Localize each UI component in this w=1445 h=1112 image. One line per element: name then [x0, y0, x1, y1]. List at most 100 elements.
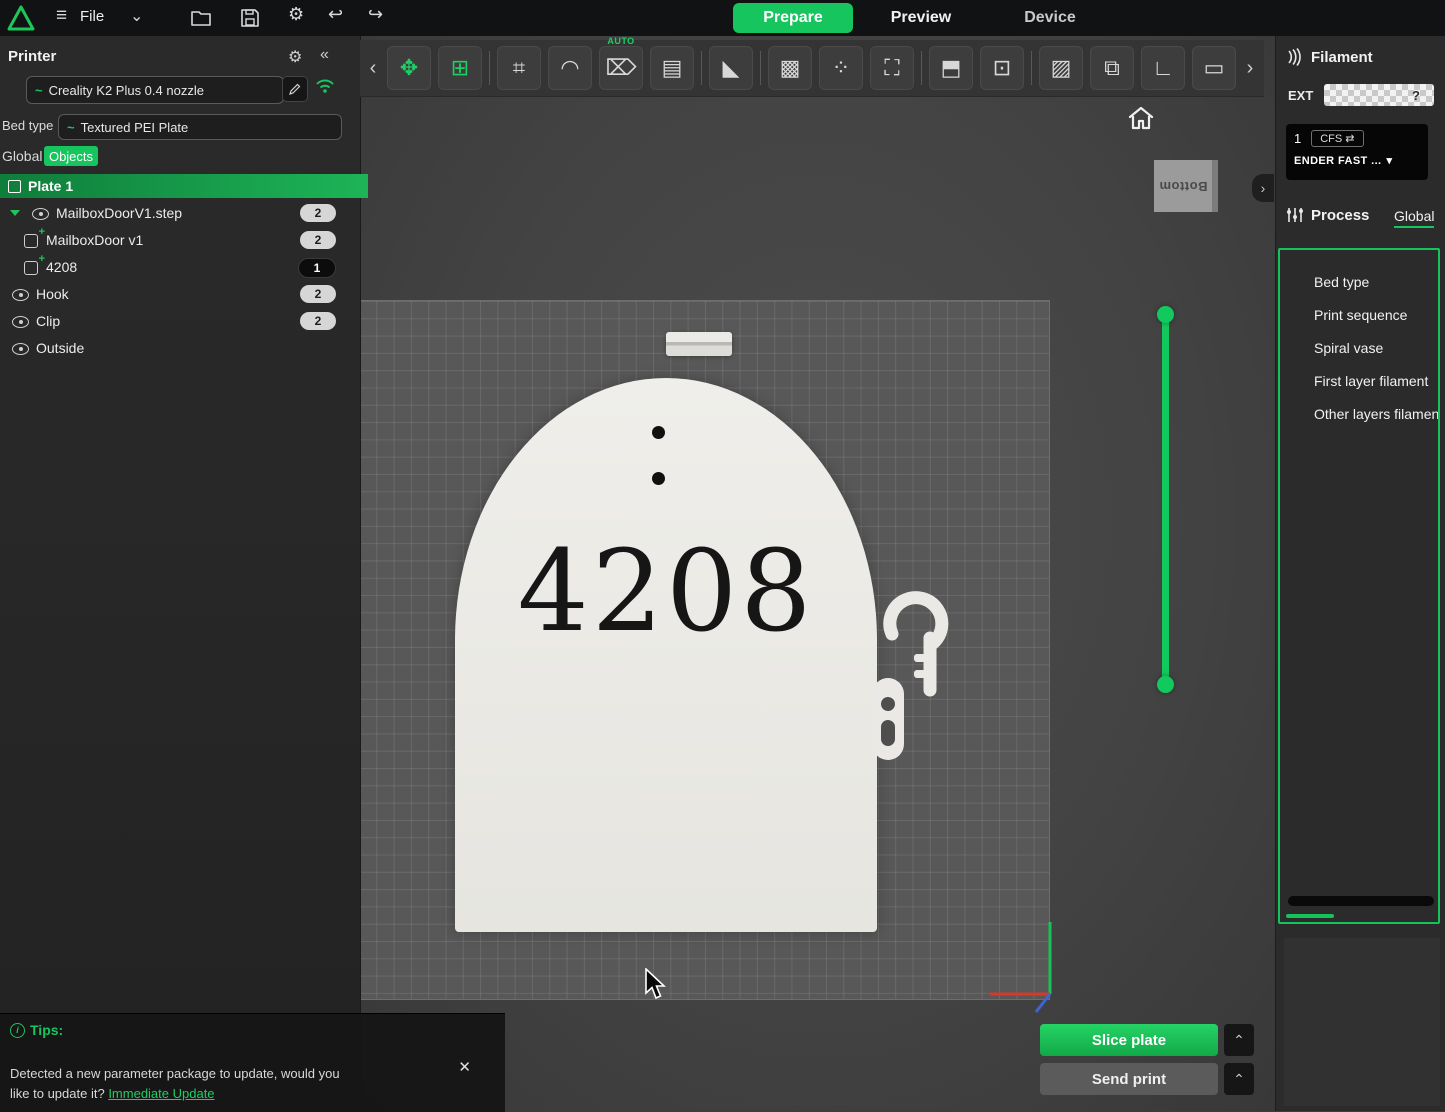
process-settings-panel: Bed type Print sequence Spiral vase Firs…: [1278, 248, 1440, 924]
disclosure-triangle-icon[interactable]: [10, 210, 20, 216]
tree-row-mailboxdoor-v1[interactable]: MailboxDoor v1 2: [0, 227, 360, 254]
tab-global[interactable]: Global: [2, 148, 42, 164]
visibility-eye-icon[interactable]: [12, 343, 29, 355]
tips-close-icon[interactable]: ✕: [458, 1058, 471, 1076]
tab-prepare-label: Prepare: [763, 9, 823, 27]
bed-type-select[interactable]: ~ Textured PEI Plate: [58, 114, 342, 140]
lattice-tool-button[interactable]: ⌗: [497, 46, 541, 90]
printer-settings-gear-icon[interactable]: ⚙: [288, 47, 302, 67]
pattern-tool-button[interactable]: ⁘: [819, 46, 863, 90]
file-caret-icon[interactable]: ⌄: [130, 6, 143, 26]
layer-slider-handle-top[interactable]: [1157, 306, 1174, 323]
toolbar-scroll-left-icon[interactable]: ‹: [366, 57, 380, 80]
hollow-tool-button[interactable]: ⊡: [980, 46, 1024, 90]
right-panel: Filament EXT ? 1 CFS ⇄ ENDER FAST ... ▾ …: [1275, 36, 1445, 1111]
measure-tool-icon: ∟: [1152, 55, 1174, 81]
move-tool-button[interactable]: ✥: [387, 46, 431, 90]
pattern-tool-icon: ⁘: [832, 55, 850, 81]
open-folder-icon[interactable]: [190, 8, 212, 28]
tab-objects[interactable]: Objects: [44, 146, 98, 166]
tree-item-label: Clip: [36, 313, 60, 329]
swap-icon: ⇄: [1345, 133, 1354, 145]
model-clip[interactable]: [666, 332, 732, 356]
plate-row[interactable]: Plate 1: [0, 174, 368, 198]
auto-orient-label: AUTO: [607, 36, 634, 46]
tree-item-label: Hook: [36, 286, 69, 302]
model-number-text: 4208: [455, 536, 877, 648]
tree-row-clip[interactable]: Clip 2: [0, 308, 360, 335]
solid-fill-tool-icon: ⬒: [941, 55, 962, 81]
process-item-spiral-vase[interactable]: Spiral vase: [1280, 332, 1438, 365]
plate-axis-indicator: [978, 916, 1058, 1016]
filament-slot[interactable]: 1 CFS ⇄ ENDER FAST ... ▾: [1286, 124, 1428, 180]
caret-up-icon: ⌃: [1233, 1071, 1245, 1088]
app-logo-icon[interactable]: [7, 4, 35, 32]
tree-item-label: MailboxDoor v1: [46, 232, 143, 248]
tab-preview[interactable]: Preview: [876, 3, 966, 33]
visibility-eye-icon[interactable]: [12, 316, 29, 328]
visibility-eye-icon[interactable]: [32, 208, 49, 220]
tree-row-hook[interactable]: Hook 2: [0, 281, 360, 308]
panel-collapse-handle[interactable]: ›: [1252, 174, 1274, 202]
home-view-icon[interactable]: [1126, 104, 1156, 132]
process-item-print-sequence[interactable]: Print sequence: [1280, 299, 1438, 332]
layer-slider-track[interactable]: [1162, 313, 1169, 685]
tab-device[interactable]: Device: [1010, 3, 1090, 33]
auto-orient-tool-button[interactable]: AUTO ⌦: [599, 46, 643, 90]
send-print-button[interactable]: Send print: [1040, 1063, 1218, 1095]
immediate-update-link[interactable]: Immediate Update: [108, 1086, 214, 1101]
tips-line1: Detected a new parameter package to upda…: [10, 1066, 340, 1081]
printer-icon: ~: [35, 83, 43, 98]
tab-prepare[interactable]: Prepare: [733, 3, 853, 33]
dropdown-caret-icon: ▾: [1387, 154, 1393, 167]
hatch-tool-button[interactable]: ▨: [1039, 46, 1083, 90]
slice-plate-button[interactable]: Slice plate: [1040, 1024, 1218, 1056]
wifi-icon: [314, 78, 336, 94]
slice-options-button[interactable]: ⌃: [1224, 1024, 1254, 1056]
undo-icon[interactable]: ↩: [328, 4, 343, 25]
redo-icon[interactable]: ↪: [368, 4, 383, 25]
hatch-tool-icon: ▨: [1051, 55, 1072, 81]
layer-slider-handle-bottom[interactable]: [1157, 676, 1174, 693]
printer-select[interactable]: ~ Creality K2 Plus 0.4 nozzle: [26, 76, 284, 104]
cfs-swap-button[interactable]: CFS ⇄: [1311, 130, 1363, 147]
process-item-bed-type[interactable]: Bed type: [1280, 266, 1438, 299]
tree-row-mailboxdoorv1[interactable]: MailboxDoorV1.step 2: [0, 200, 360, 227]
save-icon[interactable]: [240, 8, 260, 28]
more-tool-button[interactable]: ▭: [1192, 46, 1236, 90]
model-mailbox-door[interactable]: 4208: [455, 378, 877, 932]
toolbar-scroll-right-icon[interactable]: ›: [1243, 57, 1257, 80]
tool-bar: ‹ ✥ ⊞ ⌗ ◠ AUTO ⌦ ▤ ◣ ▩ ⁘ ⛶ ⬒ ⊡ ▨ ⧉: [360, 40, 1264, 97]
panel-collapse-icon[interactable]: «: [320, 46, 329, 64]
menu-icon[interactable]: ≡: [56, 5, 67, 27]
ext-filament-select[interactable]: ?: [1324, 84, 1434, 106]
horizontal-scrollbar-thumb[interactable]: [1286, 914, 1334, 918]
process-item-other-layers-filament[interactable]: Other layers filament: [1280, 398, 1438, 431]
visibility-eye-icon[interactable]: [12, 289, 29, 301]
align-tool-button[interactable]: ▤: [650, 46, 694, 90]
top-bar: ≡ File ⌄ ⚙ ↩ ↪ Prepare Preview Device: [0, 0, 1445, 36]
arrange-plate-tool-button[interactable]: ⊞: [438, 46, 482, 90]
cut-tool-button[interactable]: ◠: [548, 46, 592, 90]
measure-tool-button[interactable]: ∟: [1141, 46, 1185, 90]
scale-tool-button[interactable]: ⛶: [870, 46, 914, 90]
horizontal-scrollbar[interactable]: [1288, 896, 1434, 906]
support-tool-button[interactable]: ◣: [709, 46, 753, 90]
tips-title: Tips:: [30, 1022, 63, 1038]
edit-printer-button[interactable]: [282, 76, 308, 102]
door-hole-top: [652, 426, 665, 439]
solid-fill-tool-button[interactable]: ⬒: [929, 46, 973, 90]
settings-gear-icon[interactable]: ⚙: [288, 4, 304, 25]
cut-tool-icon: ◠: [560, 55, 579, 81]
file-menu[interactable]: File: [80, 8, 104, 25]
tree-row-outside[interactable]: Outside: [0, 335, 360, 362]
tree-row-4208[interactable]: 4208 1: [0, 254, 360, 281]
clone-tool-button[interactable]: ⧉: [1090, 46, 1134, 90]
view-cube[interactable]: Bottom: [1154, 160, 1218, 212]
process-item-first-layer-filament[interactable]: First layer filament: [1280, 365, 1438, 398]
send-options-button[interactable]: ⌃: [1224, 1063, 1254, 1095]
process-tab-global[interactable]: Global: [1394, 208, 1434, 228]
model-hook[interactable]: [868, 572, 958, 772]
seam-tool-button[interactable]: ▩: [768, 46, 812, 90]
pencil-icon: [289, 83, 301, 95]
